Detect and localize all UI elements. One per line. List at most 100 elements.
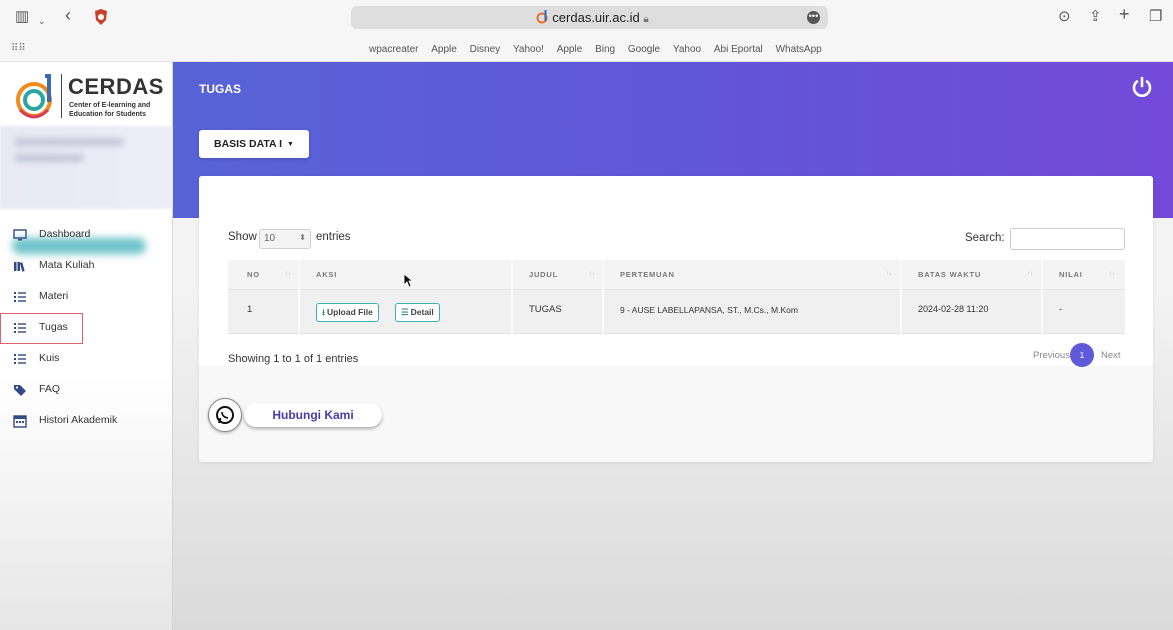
sidebar-item-label: Kuis	[39, 352, 60, 364]
sort-icon[interactable]: ↑↓	[285, 271, 291, 277]
sidebar-item-dashboard[interactable]: Dashboard	[0, 220, 173, 251]
logo-divider	[61, 74, 62, 118]
bookmark-item[interactable]: Apple	[431, 44, 457, 55]
bookmark-item[interactable]: Disney	[470, 44, 501, 55]
cell-no: 1	[247, 304, 253, 315]
sidebar-item-label: Tugas	[39, 321, 68, 333]
column-header-aksi[interactable]: AKSI	[316, 270, 337, 279]
logo-title: CERDAS	[68, 74, 164, 99]
contact-us-button[interactable]: Hubungi Kami	[244, 403, 382, 427]
bookmark-item[interactable]: Bing	[595, 44, 615, 55]
address-bar[interactable]: cerdas.uir.ac.id 🔒︎ •••	[351, 6, 828, 29]
list-icon	[14, 323, 26, 333]
whatsapp-icon[interactable]	[208, 398, 242, 432]
bookmark-item[interactable]: Apple	[557, 44, 583, 55]
upload-icon: ⭳	[322, 307, 325, 317]
bookmark-item[interactable]: Google	[628, 44, 660, 55]
bookmark-item[interactable]: Abi Eportal	[714, 44, 763, 55]
sidebar-item-faq[interactable]: FAQ	[0, 375, 173, 406]
sidebar-item-mata-kuliah[interactable]: Mata Kuliah	[0, 251, 173, 282]
caret-down-icon: ▼	[286, 141, 294, 148]
list-icon	[14, 292, 26, 302]
sidebar-item-label: Dashboard	[39, 228, 91, 240]
cerdas-logo-icon	[16, 74, 52, 119]
sidebar-item-histori-akademik[interactable]: Histori Akademik	[0, 406, 173, 437]
more-icon[interactable]: •••	[807, 11, 820, 24]
sort-icon[interactable]: ↑↓	[589, 271, 595, 277]
detail-button[interactable]: ☰ Detail	[395, 303, 440, 322]
sidebar-item-label: FAQ	[39, 383, 61, 395]
back-icon[interactable]: ‹	[65, 6, 71, 24]
list-icon: ☰	[401, 307, 409, 317]
contact-widget[interactable]: Hubungi Kami	[208, 398, 383, 432]
books-icon	[14, 262, 25, 272]
sidebar-item-tugas[interactable]: Tugas	[0, 313, 83, 344]
download-icon[interactable]: ⊙	[1058, 8, 1071, 26]
tabs-overview-icon[interactable]: ❐	[1149, 8, 1162, 26]
power-logout-icon[interactable]	[1131, 76, 1153, 98]
pagination-page[interactable]: 1	[1070, 343, 1094, 367]
sidebar: CERDAS Center of E-learning and Educatio…	[0, 62, 173, 630]
column-header-no[interactable]: NO	[247, 270, 260, 279]
bookmark-item[interactable]: WhatsApp	[776, 44, 822, 55]
apps-grid-icon[interactable]: ⠿⠿	[11, 43, 26, 54]
sidebar-item-materi[interactable]: Materi	[0, 282, 173, 313]
tag-icon	[14, 385, 26, 396]
cell-pertemuan: 9 - AUSE LABELLAPANSA, ST., M.Cs., M.Kom	[620, 305, 798, 315]
bookmark-item[interactable]: wpacreater	[369, 44, 418, 55]
monitor-icon	[13, 229, 27, 241]
pagination-next[interactable]: Next	[1101, 350, 1121, 361]
upload-file-button[interactable]: ⭳ Upload File	[316, 303, 379, 322]
sort-icon[interactable]: ↑↓	[886, 271, 892, 277]
brave-shield-icon[interactable]	[93, 8, 109, 26]
sort-icon[interactable]: ↑↓	[1109, 271, 1115, 277]
bookmarks-bar: ⠿⠿ wpacreater Apple Disney Yahoo! Apple …	[0, 38, 1173, 62]
url-text: cerdas.uir.ac.id 🔒︎	[552, 10, 649, 25]
tasks-table-panel: Show 10 ⬍ entries Search: NO ↑↓ AKSI JUD…	[199, 176, 1153, 368]
cell-judul: TUGAS	[529, 304, 562, 315]
course-dropdown-label: BASIS DATA I	[214, 138, 283, 150]
column-divider	[298, 260, 300, 334]
cell-batas-waktu: 2024-02-28 11:20	[918, 304, 989, 314]
entries-label: entries	[316, 231, 351, 243]
course-dropdown-button[interactable]: BASIS DATA I ▼	[199, 130, 309, 158]
calendar-icon	[13, 415, 27, 428]
sidebar-item-label: Mata Kuliah	[39, 259, 95, 271]
table-header: NO ↑↓ AKSI JUDUL ↑↓ PERTEMUAN ↑↓ BATAS W…	[228, 260, 1125, 290]
column-divider	[602, 260, 604, 334]
column-divider	[1041, 260, 1043, 334]
sidebar-nav: Dashboard Mata Kuliah Materi Tugas Kuis …	[0, 220, 173, 437]
entries-select[interactable]: 10 ⬍	[259, 229, 311, 249]
pagination-previous[interactable]: Previous	[1033, 350, 1070, 361]
new-tab-icon[interactable]: +	[1119, 5, 1130, 23]
cell-nilai: -	[1059, 304, 1063, 315]
chevron-down-icon[interactable]: ⌄	[38, 12, 46, 30]
bookmark-list: wpacreater Apple Disney Yahoo! Apple Bin…	[364, 44, 827, 55]
sort-icon[interactable]: ↑↓	[1027, 271, 1033, 277]
sidebar-item-kuis[interactable]: Kuis	[0, 344, 173, 375]
bookmark-item[interactable]: Yahoo!	[513, 44, 544, 55]
column-header-batas-waktu[interactable]: BATAS WAKTU	[918, 270, 981, 279]
page-title: TUGAS	[199, 82, 241, 96]
search-label: Search:	[965, 232, 1005, 244]
bookmark-item[interactable]: Yahoo	[673, 44, 701, 55]
table-row: 1 ⭳ Upload File ☰ Detail TUGAS 9 - AUSE LA…	[228, 290, 1125, 334]
list-icon	[14, 354, 26, 364]
tasks-card: Show 10 ⬍ entries Search: NO ↑↓ AKSI JUD…	[199, 176, 1153, 462]
share-icon[interactable]: ⇪	[1089, 8, 1102, 26]
sidebar-toggle-icon[interactable]: ▥	[15, 8, 29, 26]
column-header-nilai[interactable]: NILAI	[1059, 270, 1083, 279]
table-info: Showing 1 to 1 of 1 entries	[228, 353, 359, 365]
sidebar-item-label: Materi	[39, 290, 69, 302]
column-header-judul[interactable]: JUDUL	[529, 270, 558, 279]
main-content: TUGAS BASIS DATA I ▼ Show 10 ⬍ entries S…	[173, 62, 1173, 630]
tasks-table: NO ↑↓ AKSI JUDUL ↑↓ PERTEMUAN ↑↓ BATAS W…	[228, 260, 1125, 334]
entries-select-value: 10	[264, 233, 276, 244]
search-input[interactable]	[1010, 228, 1125, 250]
pagination: Previous 1 Next	[1033, 342, 1125, 368]
column-header-pertemuan[interactable]: PERTEMUAN	[620, 270, 675, 279]
lock-icon: 🔒︎	[643, 14, 649, 25]
sidebar-item-label: Histori Akademik	[39, 414, 118, 426]
column-divider	[900, 260, 902, 334]
logo-subtitle: Center of E-learning and Education for S…	[69, 102, 151, 118]
